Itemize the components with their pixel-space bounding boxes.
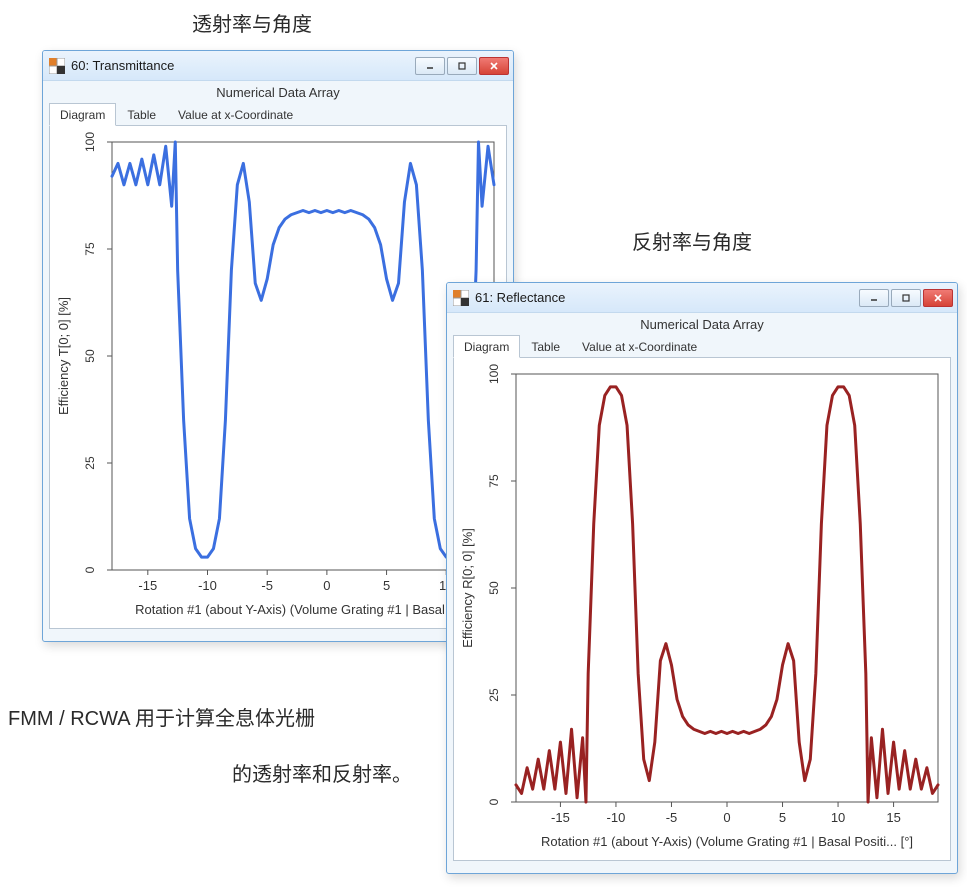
window-title: 60: Transmittance	[71, 58, 415, 73]
caption-line-1: FMM / RCWA 用于计算全息体光栅	[8, 702, 315, 731]
window-transmittance: 60: Transmittance Numerical Data Array D…	[42, 50, 514, 642]
tab-value-at-x[interactable]: Value at x-Coordinate	[571, 335, 708, 357]
window-title: 61: Reflectance	[475, 290, 859, 305]
svg-text:Efficiency R[0; 0] [%]: Efficiency R[0; 0] [%]	[460, 528, 475, 648]
svg-text:25: 25	[487, 688, 501, 702]
panel-subtitle: Numerical Data Array	[43, 81, 513, 102]
svg-text:100: 100	[83, 132, 97, 152]
svg-text:75: 75	[487, 474, 501, 488]
close-button[interactable]	[479, 57, 509, 75]
svg-text:-15: -15	[138, 578, 157, 593]
maximize-button[interactable]	[447, 57, 477, 75]
close-button[interactable]	[923, 289, 953, 307]
tab-value-at-x[interactable]: Value at x-Coordinate	[167, 103, 304, 125]
tab-diagram[interactable]: Diagram	[49, 103, 116, 126]
svg-text:-15: -15	[551, 810, 570, 825]
tab-diagram[interactable]: Diagram	[453, 335, 520, 358]
tabbar: Diagram Table Value at x-Coordinate	[43, 102, 513, 125]
svg-text:-5: -5	[666, 810, 678, 825]
svg-text:15: 15	[886, 810, 900, 825]
window-reflectance: 61: Reflectance Numerical Data Array Dia…	[446, 282, 958, 874]
minimize-button[interactable]	[415, 57, 445, 75]
svg-text:50: 50	[487, 581, 501, 595]
caption-line-2: 的透射率和反射率。	[232, 758, 412, 787]
svg-text:100: 100	[487, 364, 501, 384]
app-icon	[453, 290, 469, 306]
svg-text:75: 75	[83, 242, 97, 256]
svg-text:10: 10	[831, 810, 845, 825]
svg-text:25: 25	[83, 456, 97, 470]
plot-diagram: 0255075100-15-10-50510Rotation #1 (about…	[49, 125, 507, 629]
svg-text:0: 0	[83, 566, 97, 573]
minimize-button[interactable]	[859, 289, 889, 307]
svg-text:0: 0	[323, 578, 330, 593]
svg-text:Rotation #1 (about Y-Axis) (Vo: Rotation #1 (about Y-Axis) (Volume Grati…	[541, 834, 913, 849]
label-reflectance-vs-angle: 反射率与角度	[632, 226, 752, 255]
svg-text:Efficiency T[0; 0] [%]: Efficiency T[0; 0] [%]	[56, 297, 71, 415]
svg-text:Rotation #1 (about Y-Axis) (Vo: Rotation #1 (about Y-Axis) (Volume Grati…	[135, 602, 471, 617]
titlebar[interactable]: 61: Reflectance	[447, 283, 957, 313]
svg-text:0: 0	[487, 798, 501, 805]
svg-text:5: 5	[779, 810, 786, 825]
tab-table[interactable]: Table	[116, 103, 167, 125]
label-transmittance-vs-angle: 透射率与角度	[192, 8, 312, 37]
svg-text:50: 50	[83, 349, 97, 363]
plot-diagram: 0 25 50 75 100 -15 -10 -5 0 5 10 15 Rotation #1 (abo…	[453, 357, 951, 861]
svg-text:-10: -10	[607, 810, 626, 825]
tabbar: Diagram Table Value at x-Coordinate	[447, 334, 957, 357]
svg-text:0: 0	[723, 810, 730, 825]
svg-text:-10: -10	[198, 578, 217, 593]
svg-text:-5: -5	[261, 578, 273, 593]
svg-text:5: 5	[383, 578, 390, 593]
maximize-button[interactable]	[891, 289, 921, 307]
titlebar[interactable]: 60: Transmittance	[43, 51, 513, 81]
app-icon	[49, 58, 65, 74]
panel-subtitle: Numerical Data Array	[447, 313, 957, 334]
tab-table[interactable]: Table	[520, 335, 571, 357]
